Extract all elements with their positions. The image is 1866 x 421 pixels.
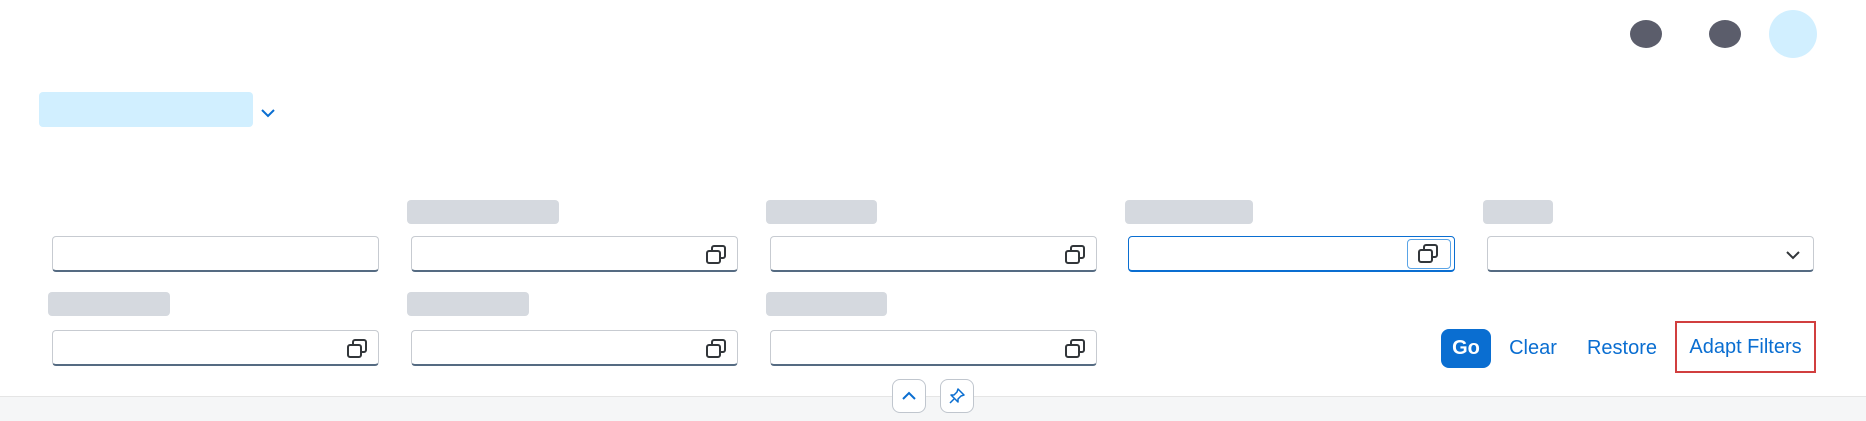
filter-label-4 [1125,200,1253,224]
filter-field-4[interactable] [1128,236,1455,272]
filter-label-5 [1483,200,1553,224]
value-help-icon[interactable] [1064,339,1086,359]
go-button[interactable]: Go [1441,329,1491,368]
filter-field-6[interactable] [52,330,379,366]
value-help-icon[interactable] [705,245,727,265]
pin-header-button[interactable] [940,379,974,413]
chevron-up-icon [902,391,916,400]
avatar[interactable] [1769,10,1817,58]
adapt-filters-button[interactable]: Adapt Filters [1675,321,1816,373]
chevron-down-icon[interactable] [259,104,277,122]
filter-label-6 [48,292,170,316]
filter-label-3 [766,200,877,224]
filter-label-8 [766,292,887,316]
filter-label-7 [407,292,529,316]
filter-label-2 [407,200,559,224]
filter-field-8[interactable] [770,330,1097,366]
filter-field-7[interactable] [411,330,738,366]
filter-field-2[interactable] [411,236,738,272]
variant-title[interactable] [39,92,253,127]
help-icon[interactable] [1709,20,1741,48]
notifications-icon[interactable] [1630,20,1662,48]
value-help-button[interactable] [1407,239,1451,269]
value-help-icon[interactable] [1064,245,1086,265]
value-help-icon[interactable] [346,339,368,359]
page-footer-band [0,396,1866,421]
chevron-down-icon[interactable] [1785,247,1801,263]
filter-field-3[interactable] [770,236,1097,272]
collapse-header-button[interactable] [892,379,926,413]
clear-button[interactable]: Clear [1503,329,1563,368]
filter-select-5[interactable] [1487,236,1814,272]
restore-button[interactable]: Restore [1581,329,1663,368]
filter-field-1[interactable] [52,236,379,272]
pin-icon [949,388,965,404]
value-help-icon [1418,244,1438,263]
value-help-icon[interactable] [705,339,727,359]
